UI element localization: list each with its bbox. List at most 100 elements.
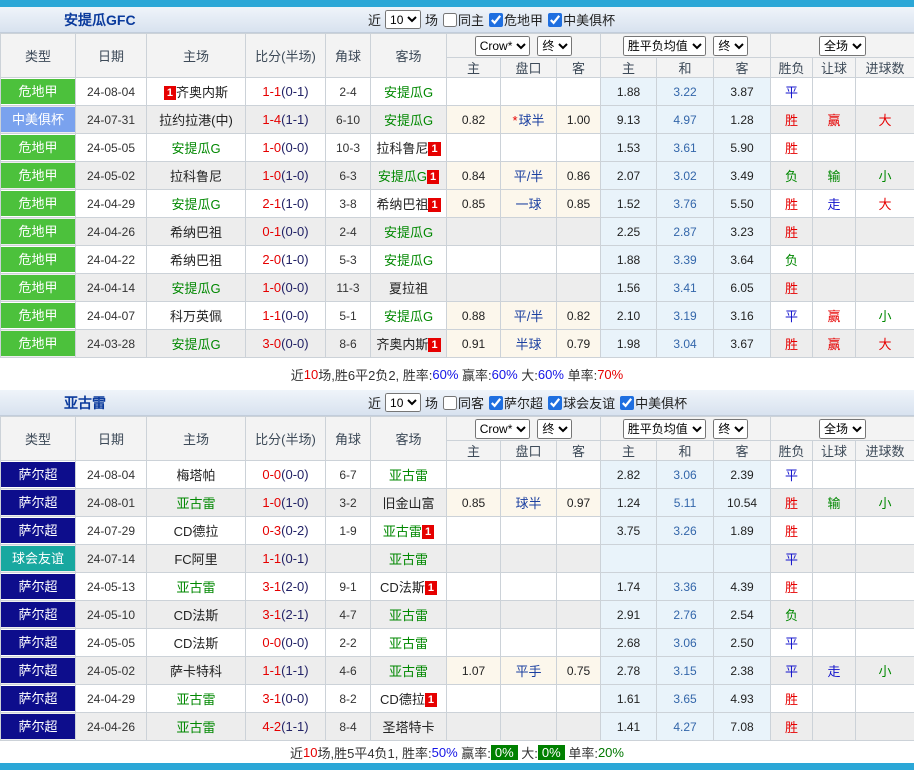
ah-home-odds [447,601,501,629]
corner-count: 2-2 [326,629,371,657]
filter-checkbox-item[interactable]: 同客 [438,393,484,412]
match-row: 球会友谊24-07-14FC阿里1-1(0-1)亚古雷平 [1,545,914,573]
goals-result-cell: 大 [856,330,914,358]
match-row: 危地甲24-04-14安提瓜G1-0(0-0)11-3夏拉祖1.563.416.… [1,274,914,302]
match-type-badge: 危地甲 [1,247,75,272]
odds-away: 4.39 [714,573,771,601]
filter-checkbox-item[interactable]: 中美俱杯 [543,10,615,29]
home-team: FC阿里 [147,545,246,573]
match-date: 24-05-13 [76,573,147,601]
europe-odds-select[interactable]: 胜平负均值 [623,36,706,56]
halftime-score: (1-0) [281,196,308,211]
recent-count-select[interactable]: 10 [385,393,421,412]
handicap-time-select[interactable]: 终 [537,36,572,56]
filter-checkbox[interactable] [548,396,562,410]
match-type: 萨尔超 [1,461,76,489]
home-team: 安提瓜G [147,274,246,302]
summary-segment: 大: [518,365,538,384]
odds-home: 2.82 [601,461,657,489]
ah-line-text: 一球 [515,197,541,212]
odds-draw: 3.36 [657,573,714,601]
filter-checkbox[interactable] [443,396,457,410]
home-team: 安提瓜G [147,134,246,162]
handicap-result-cell [813,573,856,601]
away-team: 安提瓜G [371,246,447,274]
match-score: 2-1(1-0) [246,190,326,218]
scope-select[interactable]: 全场 [819,419,866,439]
result-cell: 胜 [771,489,813,517]
ah-home-odds [447,545,501,573]
odds-draw: 3.39 [657,246,714,274]
away-team: 亚古雷 [371,657,447,685]
card-badge: 1 [425,693,437,707]
away-team: 安提瓜G [371,78,447,106]
match-score: 1-1(0-0) [246,302,326,330]
odds-away: 1.28 [714,106,771,134]
europe-time-select[interactable]: 终 [713,419,748,439]
ah-line-text: 球半 [519,113,545,128]
match-type-badge: 萨尔超 [1,714,75,739]
card-badge: 1 [425,581,437,595]
scope-select[interactable]: 全场 [819,36,866,56]
col-header-away: 客场 [371,34,447,78]
col-header-home: 主场 [147,417,246,461]
subcol-odds-draw: 和 [657,441,714,461]
recent-count-select[interactable]: 10 [385,10,421,29]
subcol-odds-draw: 和 [657,58,714,78]
ah-away-odds [557,274,601,302]
odds-home: 2.25 [601,218,657,246]
handicap-group-header: Crow* 终 [447,34,601,58]
europe-time-select[interactable]: 终 [713,36,748,56]
filter-checkbox[interactable] [489,396,503,410]
match-row: 萨尔超24-04-29亚古雷3-1(0-0)8-2CD德拉11.613.654.… [1,685,914,713]
handicap-result-cell [813,517,856,545]
handicap-time-select[interactable]: 终 [537,419,572,439]
odds-home: 1.88 [601,246,657,274]
away-team-name: 亚古雷 [389,636,428,651]
ah-home-odds [447,629,501,657]
europe-odds-select[interactable]: 胜平负均值 [623,419,706,439]
filter-checkbox-item[interactable]: 同主 [438,10,484,29]
fulltime-score: 3-1 [262,579,281,594]
odds-draw: 3.65 [657,685,714,713]
ah-home-odds [447,246,501,274]
odds-home [601,545,657,573]
fulltime-score: 3-1 [262,691,281,706]
match-row: 中美俱杯24-07-31拉约拉港(中)1-4(1-1)6-10安提瓜G0.82*… [1,106,914,134]
result-cell: 平 [771,302,813,330]
ah-away-odds: 1.00 [557,106,601,134]
filter-checkbox[interactable] [548,13,562,27]
filter-checkbox-item[interactable]: 中美俱杯 [615,393,687,412]
home-team: 亚古雷 [147,489,246,517]
filter-checkbox[interactable] [620,396,634,410]
ah-away-odds [557,601,601,629]
match-type: 危地甲 [1,162,76,190]
handicap-result-cell [813,601,856,629]
filter-checkbox-item[interactable]: 危地甲 [484,10,543,29]
away-team: 安提瓜G [371,106,447,134]
filter-checkbox-item[interactable]: 萨尔超 [484,393,543,412]
halftime-score: (0-0) [281,308,308,323]
filter-checkbox[interactable] [443,13,457,27]
goals-result-cell: 小 [856,162,914,190]
result-cell: 负 [771,246,813,274]
ah-line [501,713,557,741]
ah-away-odds [557,685,601,713]
home-team-name: 安提瓜G [171,337,220,352]
summary-segment: 场,胜6平2负2, 胜率: [318,365,432,384]
bookmaker-select[interactable]: Crow* [475,36,530,56]
match-date: 24-04-26 [76,713,147,741]
filter-checkbox[interactable] [489,13,503,27]
ah-home-odds: 0.84 [447,162,501,190]
home-team: 亚古雷 [147,713,246,741]
home-team-name: 安提瓜G [171,141,220,156]
bookmaker-select[interactable]: Crow* [475,419,530,439]
corner-count: 6-10 [326,106,371,134]
odds-home: 1.74 [601,573,657,601]
filter-checkbox-label: 同客 [458,393,484,412]
filter-checkbox-item[interactable]: 球会友谊 [543,393,615,412]
corner-count: 10-3 [326,134,371,162]
col-header-score: 比分(半场) [246,34,326,78]
matches-unit-label: 场 [425,393,438,412]
header-group-row: 类型 日期 主场 比分(半场) 角球 客场 Crow* 终 胜平负均值 终 全场 [1,417,914,441]
